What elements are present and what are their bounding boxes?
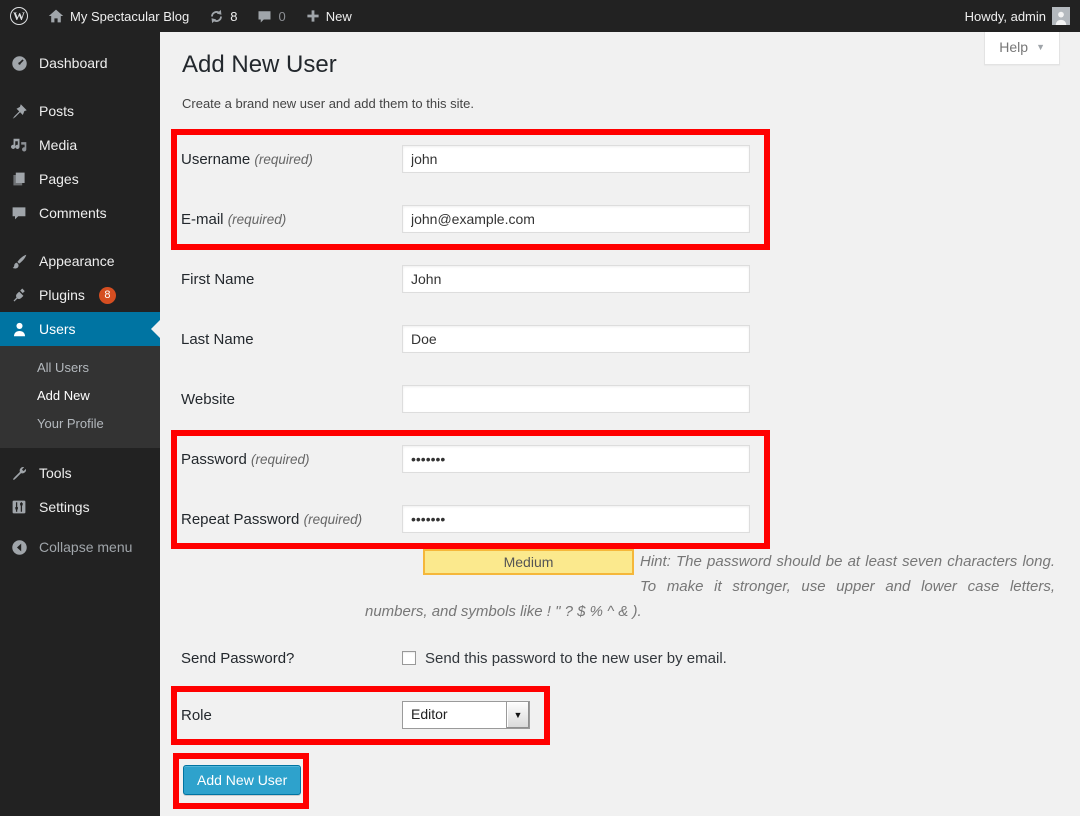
main-content: Help ▼ Add New User Create a brand new u… — [160, 32, 1080, 816]
sidebar-item-comments[interactable]: Comments — [0, 196, 160, 230]
my-account[interactable]: Howdy, admin — [955, 0, 1080, 32]
pin-icon — [9, 103, 29, 120]
new-content-button[interactable]: New — [296, 0, 362, 32]
last-name-row: Last Name — [180, 309, 1060, 369]
sidebar-item-all-users[interactable]: All Users — [0, 354, 160, 382]
update-icon — [209, 9, 224, 24]
howdy-text: Howdy, admin — [965, 9, 1046, 24]
sidebar-item-add-new[interactable]: Add New — [0, 382, 160, 410]
select-dropdown-button[interactable]: ▼ — [506, 702, 529, 728]
comments-icon — [9, 205, 29, 221]
role-select[interactable]: Editor ▼ — [402, 701, 530, 729]
last-name-input[interactable] — [402, 325, 750, 353]
update-count: 8 — [230, 9, 237, 24]
password-input[interactable] — [402, 445, 750, 473]
sidebar-item-tools[interactable]: Tools — [0, 456, 160, 490]
chevron-down-icon: ▼ — [514, 710, 523, 720]
site-name-link[interactable]: My Spectacular Blog — [38, 0, 199, 32]
updates-button[interactable]: 8 — [199, 0, 247, 32]
site-name: My Spectacular Blog — [70, 9, 189, 24]
media-icon — [9, 137, 29, 154]
password-row: Password (required) — [180, 429, 1060, 489]
repeat-password-label: Repeat Password — [181, 511, 299, 528]
add-new-user-button[interactable]: Add New User — [183, 765, 301, 795]
plus-icon — [306, 9, 320, 23]
sidebar-item-media[interactable]: Media — [0, 128, 160, 162]
wordpress-logo-icon: W — [10, 7, 28, 25]
repeat-password-row: Repeat Password (required) — [180, 489, 1060, 549]
users-submenu: All Users Add New Your Profile — [0, 346, 160, 448]
last-name-label: Last Name — [181, 331, 254, 348]
sidebar-item-posts[interactable]: Posts — [0, 94, 160, 128]
sidebar-item-plugins[interactable]: Plugins 8 — [0, 278, 160, 312]
send-password-checkbox-label: Send this password to the new user by em… — [425, 650, 727, 667]
password-hint-section: Medium Hint: The password should be at l… — [365, 549, 1055, 624]
role-row: Role Editor ▼ — [180, 686, 1060, 744]
plugin-icon — [9, 287, 29, 304]
admin-bar: W My Spectacular Blog 8 0 New Ho — [0, 0, 1080, 32]
sidebar-item-users[interactable]: Users — [0, 312, 160, 346]
role-label: Role — [181, 707, 212, 724]
settings-icon — [9, 499, 29, 515]
role-selected-value: Editor — [403, 702, 506, 728]
username-row: Username (required) — [180, 129, 1060, 189]
website-label: Website — [181, 391, 235, 408]
username-label: Username — [181, 151, 250, 168]
send-password-row: Send Password? Send this password to the… — [180, 630, 1060, 686]
email-row: E-mail (required) — [180, 189, 1060, 249]
send-password-label: Send Password? — [181, 650, 294, 667]
pages-icon — [9, 171, 29, 187]
website-row: Website — [180, 369, 1060, 429]
first-name-row: First Name — [180, 249, 1060, 309]
sidebar-item-pages[interactable]: Pages — [0, 162, 160, 196]
comments-button[interactable]: 0 — [247, 0, 295, 32]
email-label: E-mail — [181, 211, 224, 228]
password-label: Password — [181, 451, 247, 468]
comment-count: 0 — [278, 9, 285, 24]
collapse-menu-button[interactable]: Collapse menu — [0, 530, 160, 564]
website-input[interactable] — [402, 385, 750, 413]
sidebar-item-settings[interactable]: Settings — [0, 490, 160, 524]
sidebar-item-appearance[interactable]: Appearance — [0, 244, 160, 278]
email-input[interactable] — [402, 205, 750, 233]
sidebar-item-your-profile[interactable]: Your Profile — [0, 410, 160, 438]
add-user-form: Username (required) E-mail (required) Fi… — [180, 129, 1060, 795]
chevron-down-icon: ▼ — [1036, 42, 1045, 52]
home-icon — [48, 8, 64, 24]
wordpress-logo[interactable]: W — [0, 0, 38, 32]
comment-bubble-icon — [257, 9, 272, 24]
tools-icon — [9, 465, 29, 482]
first-name-label: First Name — [181, 271, 254, 288]
users-icon — [9, 321, 29, 338]
dashboard-icon — [9, 55, 29, 72]
appearance-icon — [9, 253, 29, 270]
password-strength-meter: Medium — [423, 549, 634, 575]
page-title: Add New User — [180, 32, 1060, 80]
first-name-input[interactable] — [402, 265, 750, 293]
page-subtitle: Create a brand new user and add them to … — [180, 96, 1060, 111]
send-password-checkbox[interactable] — [402, 651, 416, 665]
sidebar-item-dashboard[interactable]: Dashboard — [0, 46, 160, 80]
new-label: New — [326, 9, 352, 24]
admin-sidebar: Dashboard Posts Media Pages Comments — [0, 32, 160, 816]
username-required: (required) — [254, 152, 313, 167]
help-button[interactable]: Help ▼ — [984, 32, 1060, 65]
email-required: (required) — [228, 212, 287, 227]
avatar — [1052, 7, 1070, 25]
collapse-icon — [9, 539, 29, 556]
password-required: (required) — [251, 452, 310, 467]
plugins-update-badge: 8 — [99, 287, 116, 304]
username-input[interactable] — [402, 145, 750, 173]
repeat-password-input[interactable] — [402, 505, 750, 533]
repeat-password-required: (required) — [304, 512, 363, 527]
